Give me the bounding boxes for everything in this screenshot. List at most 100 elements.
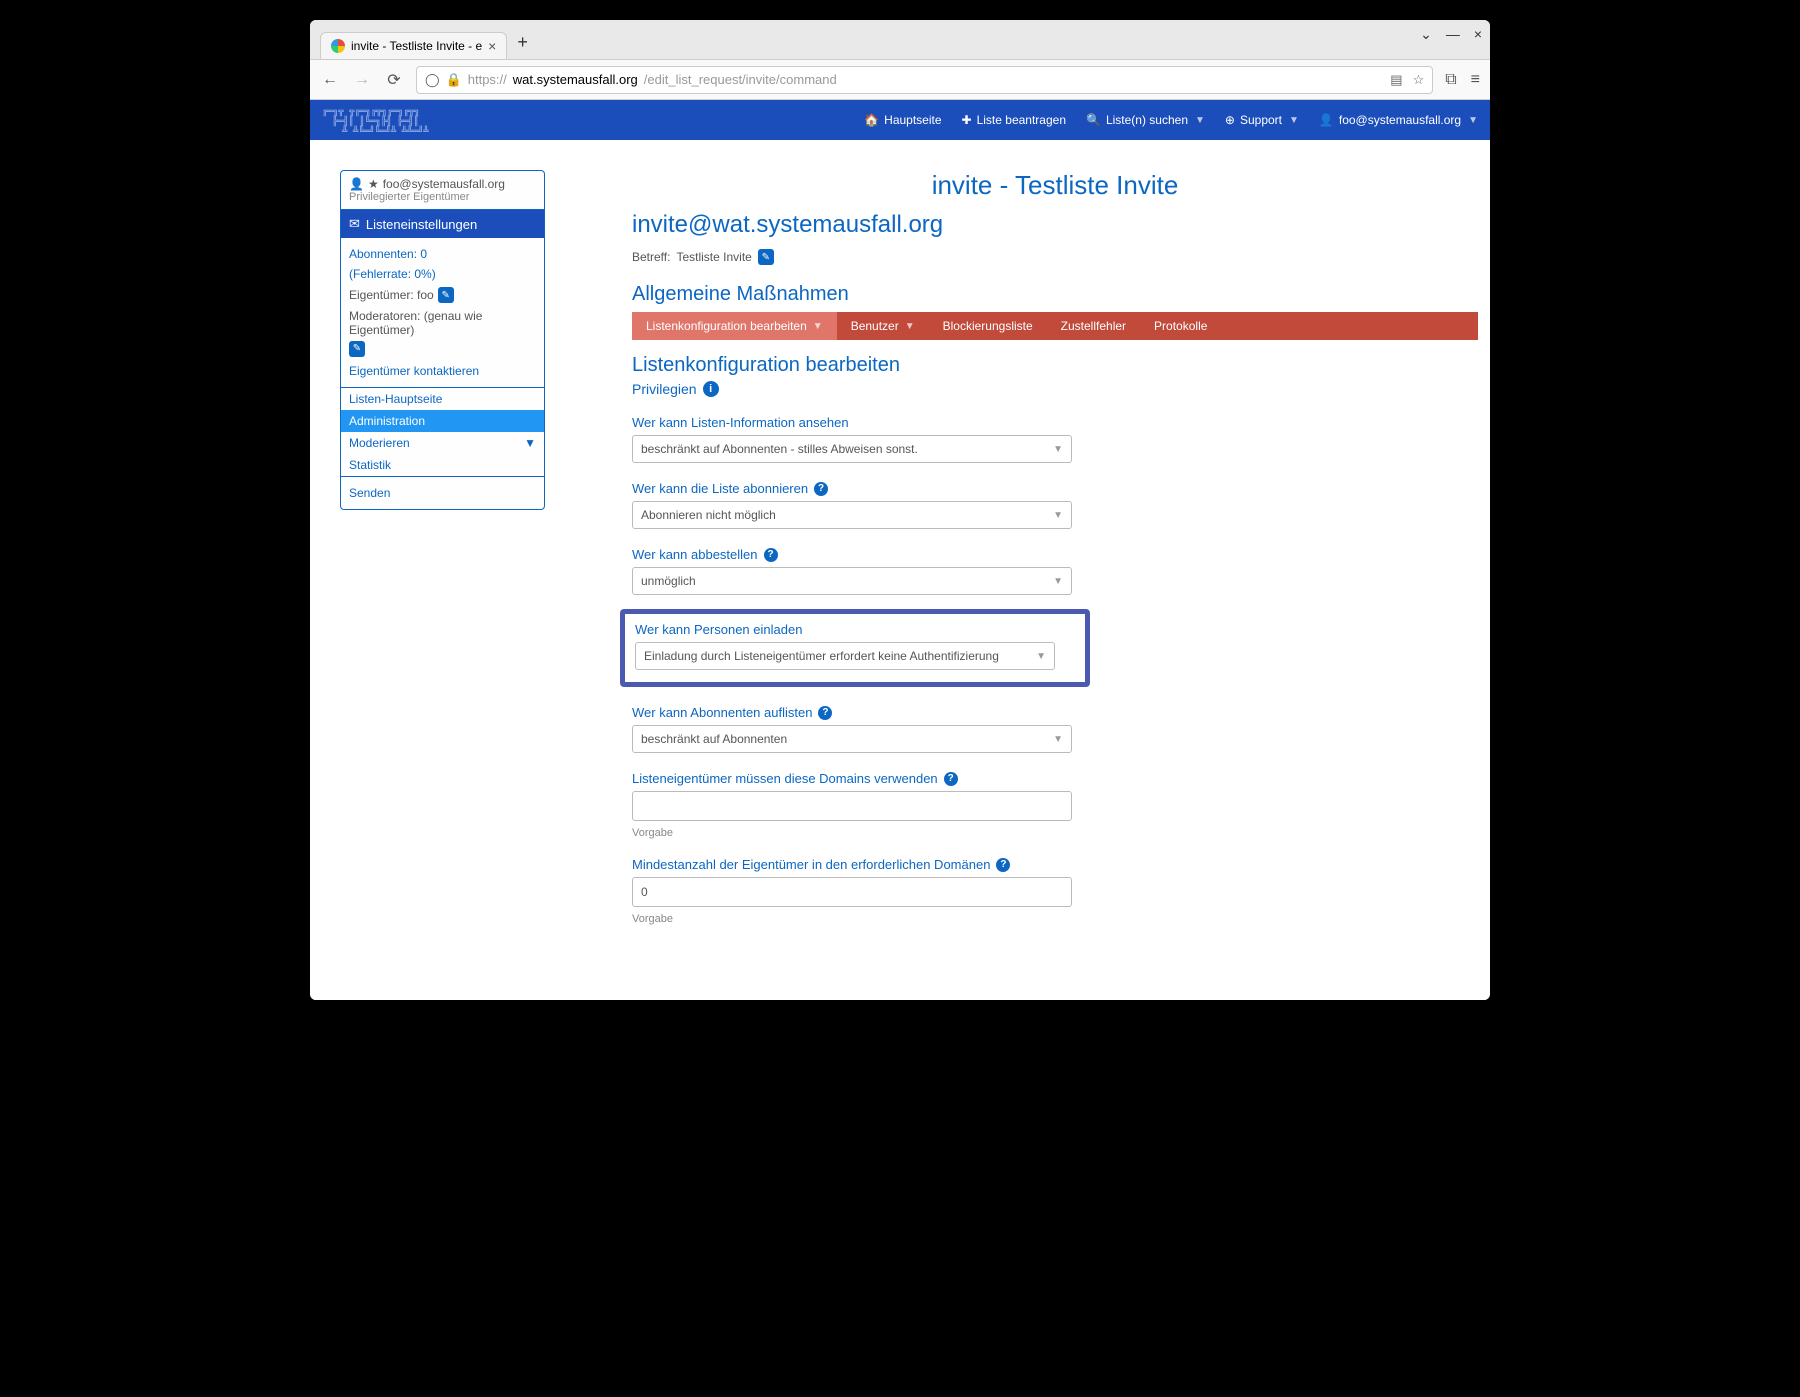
- tab-users[interactable]: Benutzer ▼: [837, 312, 929, 340]
- chevron-down-icon: ▼: [813, 321, 823, 332]
- label-view-info: Wer kann Listen-Information ansehen: [632, 415, 1478, 430]
- label-domains: Listeneigentümer müssen diese Domains ve…: [632, 771, 938, 786]
- lock-icon: 🔒: [446, 72, 462, 88]
- page-title: invite - Testliste Invite: [632, 150, 1478, 211]
- sidebar-user-role: Privilegierter Eigentümer: [349, 191, 536, 203]
- nav-request-list[interactable]: ✚ Liste beantragen: [962, 113, 1066, 127]
- info-icon[interactable]: i: [703, 381, 719, 397]
- minimize-icon[interactable]: —: [1446, 26, 1460, 43]
- edit-icon[interactable]: ✎: [438, 287, 454, 303]
- nav-home[interactable]: 🏠 Hauptseite: [864, 113, 941, 127]
- app-header: ╔═╗╦ ╦╔═╗╔╦╗╔═╗╔╦╗ ╠═╣║ ║╚═╗╠╣ ╠═╣║ ╩ ╩╚…: [310, 100, 1490, 140]
- label-subscribe: Wer kann die Liste abonnieren: [632, 481, 808, 496]
- url-prefix: https://: [468, 72, 507, 87]
- svg-text:╔═╗╦ ╦╔═╗╔╦╗╔═╗╔╦╗: ╔═╗╦ ╦╔═╗╔╦╗╔═╗╔╦╗: [322, 107, 420, 117]
- browser-tab-bar: invite - Testliste Invite - e × + ⌄ — ×: [310, 20, 1490, 60]
- browser-tab[interactable]: invite - Testliste Invite - e ×: [320, 32, 507, 59]
- chevron-down-icon[interactable]: ⌄: [1420, 26, 1432, 43]
- lifebuoy-icon: ⊕: [1225, 113, 1235, 127]
- user-icon: 👤: [349, 177, 364, 191]
- sidebar-contact-owner[interactable]: Eigentümer kontaktieren: [349, 361, 536, 381]
- shield-icon: ◯: [425, 72, 440, 88]
- chevron-down-icon: ▼: [1195, 115, 1205, 126]
- tab-logs[interactable]: Protokolle: [1140, 312, 1221, 340]
- extension-icon[interactable]: ⧉: [1445, 71, 1456, 89]
- sidebar-moderators: Moderatoren: (genau wie Eigentümer): [349, 306, 536, 340]
- select-invite[interactable]: Einladung durch Listeneigentümer erforde…: [635, 642, 1055, 670]
- hint-domains: Vorgabe: [632, 827, 1478, 839]
- help-icon[interactable]: ?: [818, 706, 832, 720]
- nav-support[interactable]: ⊕ Support ▼: [1225, 113, 1299, 127]
- help-icon[interactable]: ?: [814, 482, 828, 496]
- nav-search-lists[interactable]: 🔍 Liste(n) suchen ▼: [1086, 113, 1205, 127]
- chevron-down-icon: ▼: [1053, 510, 1063, 521]
- url-path: /edit_list_request/invite/command: [644, 72, 837, 87]
- list-email: invite@wat.systemausfall.org: [632, 211, 1478, 239]
- tab-title: invite - Testliste Invite - e: [351, 39, 482, 53]
- label-min-owners: Mindestanzahl der Eigentümer in den erfo…: [632, 857, 990, 872]
- select-view-info[interactable]: beschränkt auf Abonnenten - stilles Abwe…: [632, 435, 1072, 463]
- chevron-down-icon: ▼: [1053, 576, 1063, 587]
- forward-button[interactable]: →: [352, 71, 372, 89]
- tab-blocklist[interactable]: Blockierungsliste: [929, 312, 1047, 340]
- tab-bounces[interactable]: Zustellfehler: [1047, 312, 1140, 340]
- select-unsubscribe[interactable]: unmöglich ▼: [632, 567, 1072, 595]
- sidebar-user: 👤★ foo@systemausfall.org: [349, 177, 536, 191]
- close-tab-icon[interactable]: ×: [488, 39, 496, 53]
- select-subscribe[interactable]: Abonnieren nicht möglich ▼: [632, 501, 1072, 529]
- svg-text:╩ ╩╚═╝╚═╝╩ ╩╩═╝╩: ╩ ╩╚═╝╚═╝╩ ╩╩═╝╩: [341, 125, 429, 136]
- help-icon[interactable]: ?: [944, 772, 958, 786]
- chevron-down-icon: ▼: [524, 436, 536, 450]
- input-domains[interactable]: [632, 791, 1072, 821]
- edit-icon[interactable]: ✎: [349, 341, 365, 357]
- edit-icon[interactable]: ✎: [758, 249, 774, 265]
- new-tab-button[interactable]: +: [507, 26, 538, 59]
- sidebar-settings-header: ✉ Listeneinstellungen: [341, 210, 544, 238]
- close-icon[interactable]: ×: [1474, 26, 1482, 43]
- reader-icon[interactable]: ▤: [1390, 72, 1402, 88]
- plus-icon: ✚: [962, 113, 972, 127]
- sidebar: 👤★ foo@systemausfall.org Privilegierter …: [340, 170, 545, 510]
- label-invite: Wer kann Personen einladen: [635, 622, 1075, 637]
- nav-user-menu[interactable]: 👤 foo@systemausfall.org ▼: [1319, 113, 1478, 127]
- reload-button[interactable]: ⟳: [384, 70, 404, 90]
- betreff-label: Betreff:: [632, 250, 670, 264]
- select-list-subs[interactable]: beschränkt auf Abonnenten ▼: [632, 725, 1072, 753]
- url-bar[interactable]: ◯ 🔒 https:// wat.systemausfall.org/edit_l…: [416, 66, 1433, 94]
- hint-min-owners: Vorgabe: [632, 913, 1478, 925]
- section-title: Allgemeine Maßnahmen: [632, 283, 1478, 306]
- url-host: wat.systemausfall.org: [513, 72, 638, 87]
- sidebar-errorrate[interactable]: (Fehlerrate: 0%): [349, 264, 536, 284]
- label-list-subs: Wer kann Abonnenten auflisten: [632, 705, 812, 720]
- sidebar-owner: Eigentümer: foo ✎: [349, 284, 536, 306]
- logo: ╔═╗╦ ╦╔═╗╔╦╗╔═╗╔╦╗ ╠═╣║ ║╚═╗╠╣ ╠═╣║ ╩ ╩╚…: [322, 104, 492, 136]
- chevron-down-icon: ▼: [1036, 651, 1046, 662]
- search-icon: 🔍: [1086, 113, 1101, 127]
- label-unsubscribe: Wer kann abbestellen: [632, 547, 758, 562]
- admin-tab-bar: Listenkonfiguration bearbeiten ▼ Benutze…: [632, 312, 1478, 340]
- tab-list-config[interactable]: Listenkonfiguration bearbeiten ▼: [632, 312, 837, 340]
- menu-icon[interactable]: ≡: [1471, 71, 1480, 89]
- chevron-down-icon: ▼: [1468, 115, 1478, 126]
- sidebar-subscribers[interactable]: Abonnenten: 0: [349, 244, 536, 264]
- chevron-down-icon: ▼: [905, 321, 915, 332]
- user-icon: 👤: [1319, 113, 1334, 127]
- favicon: [331, 39, 345, 53]
- sidebar-item-moderate[interactable]: Moderieren ▼: [341, 432, 544, 454]
- sidebar-item-admin[interactable]: Administration: [341, 410, 544, 432]
- back-button[interactable]: ←: [320, 71, 340, 89]
- sidebar-send[interactable]: Senden: [349, 483, 536, 503]
- svg-text:╠═╣║ ║╚═╗╠╣ ╠═╣║: ╠═╣║ ║╚═╗╠╣ ╠═╣║: [332, 115, 419, 127]
- sidebar-item-main[interactable]: Listen-Hauptseite: [341, 388, 544, 410]
- sidebar-item-stats[interactable]: Statistik: [341, 454, 544, 476]
- help-icon[interactable]: ?: [764, 548, 778, 562]
- bookmark-icon[interactable]: ☆: [1413, 72, 1425, 88]
- chevron-down-icon: ▼: [1053, 734, 1063, 745]
- envelope-icon: ✉: [349, 216, 360, 232]
- help-icon[interactable]: ?: [996, 858, 1010, 872]
- star-icon: ★: [368, 177, 379, 191]
- browser-toolbar: ← → ⟳ ◯ 🔒 https:// wat.systemausfall.org /…: [310, 60, 1490, 100]
- chevron-down-icon: ▼: [1053, 444, 1063, 455]
- input-min-owners[interactable]: 0: [632, 877, 1072, 907]
- highlight-invite-field: Wer kann Personen einladen Einladung dur…: [620, 609, 1090, 687]
